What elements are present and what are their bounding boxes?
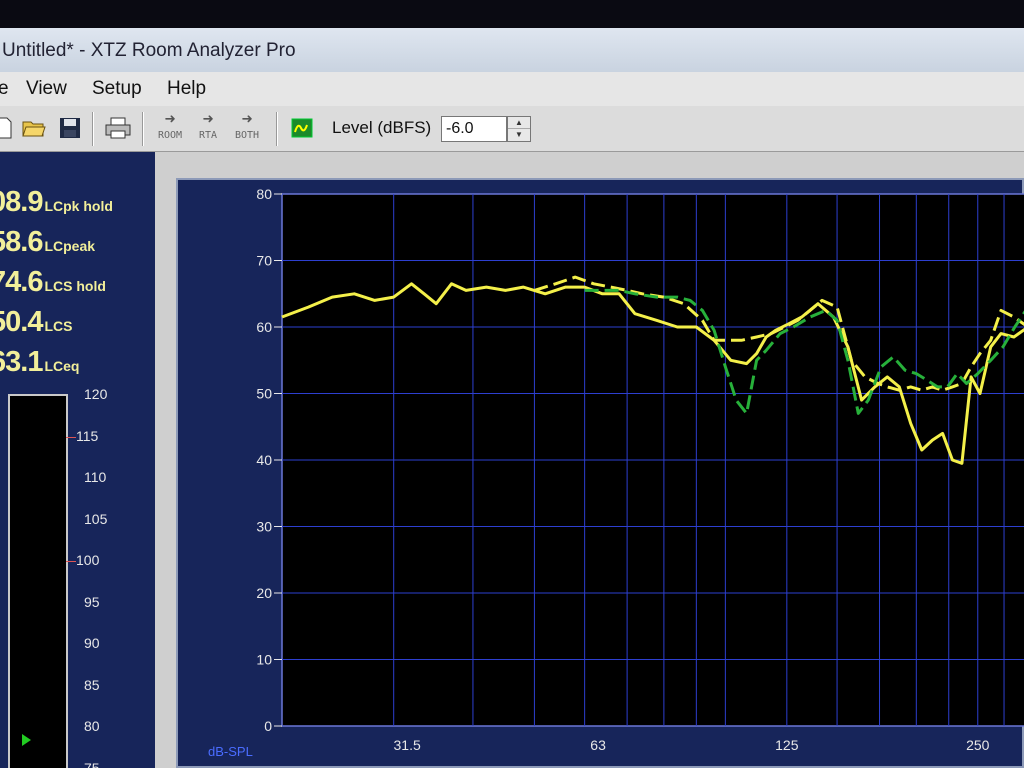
meter-tick-mark <box>66 436 76 438</box>
meter-tick-label: 110 <box>84 469 107 485</box>
printer-icon[interactable] <box>104 114 132 142</box>
readout-value: 63.1 <box>0 346 43 378</box>
menu-bar: e View Setup Help <box>0 72 1024 106</box>
meter-tick-label: 90 <box>84 635 100 651</box>
level-input[interactable]: -6.0 <box>441 116 507 142</box>
readout-value: 58.6 <box>0 226 43 258</box>
graph-frame: 0 10 20 30 40 50 60 70 80 31.5 63 125 250 dB-SPL <box>176 178 1024 768</box>
level-label: Level (dBFS) <box>332 118 432 137</box>
meter-tick-label: 80 <box>84 718 100 734</box>
room-mode-label: ROOM <box>157 130 183 141</box>
meter-tick-label: 120 <box>84 386 108 402</box>
meter-tick-label: 115 <box>76 427 99 444</box>
toolbar-separator <box>142 112 144 146</box>
toolbar-separator <box>276 112 278 146</box>
x-tick-label: 250 <box>966 737 990 753</box>
menu-setup[interactable]: Setup <box>92 78 142 100</box>
y-tick-label: 10 <box>256 652 272 668</box>
meter-tick-label: 105 <box>84 510 108 527</box>
readout-value: 08.9 <box>0 186 43 218</box>
arrow-right-icon: ➜ <box>202 109 214 130</box>
window-title: Untitled* - XTZ Room Analyzer Pro <box>2 40 296 61</box>
x-tick-label: 63 <box>590 737 606 753</box>
readout-value: 50.4 <box>0 306 43 338</box>
y-tick-label: 40 <box>256 452 272 468</box>
meter-tick-label: 75 <box>84 759 100 768</box>
meter-tick-label: 85 <box>84 676 100 693</box>
y-tick-label: 50 <box>256 386 272 402</box>
spl-meter-bar <box>8 394 68 768</box>
readout-value: 74.6 <box>0 266 43 298</box>
meter-level-indicator-icon <box>22 734 31 746</box>
rta-mode-label: RTA <box>198 130 218 141</box>
readout-lcpk-hold: 08.9LCpk hold <box>0 186 113 220</box>
level-readout-panel: 08.9LCpk hold 58.6LCpeak 74.6LCS hold 50… <box>0 152 158 768</box>
spin-down-icon[interactable]: ▼ <box>508 129 530 141</box>
y-axis-unit-label: dB-SPL <box>208 744 253 759</box>
meter-tick-label: 100 <box>76 552 100 568</box>
arrow-right-icon: ➜ <box>241 109 253 130</box>
y-tick-label: 70 <box>256 253 272 269</box>
graph-panel: 0 10 20 30 40 50 60 70 80 31.5 63 125 250 dB-SPL <box>158 170 1024 768</box>
y-tick-label: 60 <box>256 319 272 335</box>
y-tick-label: 80 <box>256 186 272 202</box>
readout-label: LCeq <box>44 358 80 374</box>
menu-file-partial[interactable]: e <box>0 78 9 100</box>
both-mode-label: BOTH <box>234 130 260 141</box>
readout-label: LCpeak <box>44 238 96 254</box>
both-mode-button[interactable]: ➜ BOTH <box>227 110 267 148</box>
toolbar-separator <box>92 112 94 146</box>
toolbar: ➜ ROOM ➜ RTA ➜ BOTH Level (dBFS) -6.0 ▲ … <box>0 106 1024 152</box>
meter-tick-label: 95 <box>84 593 100 610</box>
readout-lceq: 63.1LCeq <box>0 346 79 380</box>
readout-label: LCS <box>44 318 73 334</box>
readout-lcpeak: 58.6LCpeak <box>0 226 95 260</box>
y-tick-label: 20 <box>256 585 272 601</box>
arrow-right-icon: ➜ <box>164 109 176 130</box>
menu-view[interactable]: View <box>26 78 67 100</box>
readout-label: LCS hold <box>44 278 106 294</box>
rta-mode-button[interactable]: ➜ RTA <box>188 110 228 148</box>
readout-lcs-hold: 74.6LCS hold <box>0 266 106 300</box>
x-tick-label: 31.5 <box>394 737 421 753</box>
save-disk-icon[interactable] <box>56 114 84 142</box>
readout-label: LCpk hold <box>44 198 113 214</box>
generator-icon[interactable] <box>288 114 316 142</box>
document-icon[interactable] <box>0 114 18 142</box>
x-tick-label: 125 <box>775 737 799 753</box>
spin-up-icon[interactable]: ▲ <box>508 117 530 129</box>
window-titlebar: Untitled* - XTZ Room Analyzer Pro <box>0 28 1024 72</box>
open-folder-icon[interactable] <box>20 114 48 142</box>
y-tick-label: 0 <box>264 718 272 734</box>
meter-tick-mark <box>66 561 76 562</box>
level-spinner[interactable]: ▲ ▼ <box>507 116 531 142</box>
panel-divider <box>158 152 1024 170</box>
frequency-response-chart[interactable]: 0 10 20 30 40 50 60 70 80 31.5 63 125 250 dB-SPL <box>178 180 1024 768</box>
menu-help[interactable]: Help <box>167 78 206 100</box>
y-tick-label: 30 <box>256 519 272 535</box>
room-mode-button[interactable]: ➜ ROOM <box>150 110 190 148</box>
readout-lcs: 50.4LCS <box>0 306 72 340</box>
